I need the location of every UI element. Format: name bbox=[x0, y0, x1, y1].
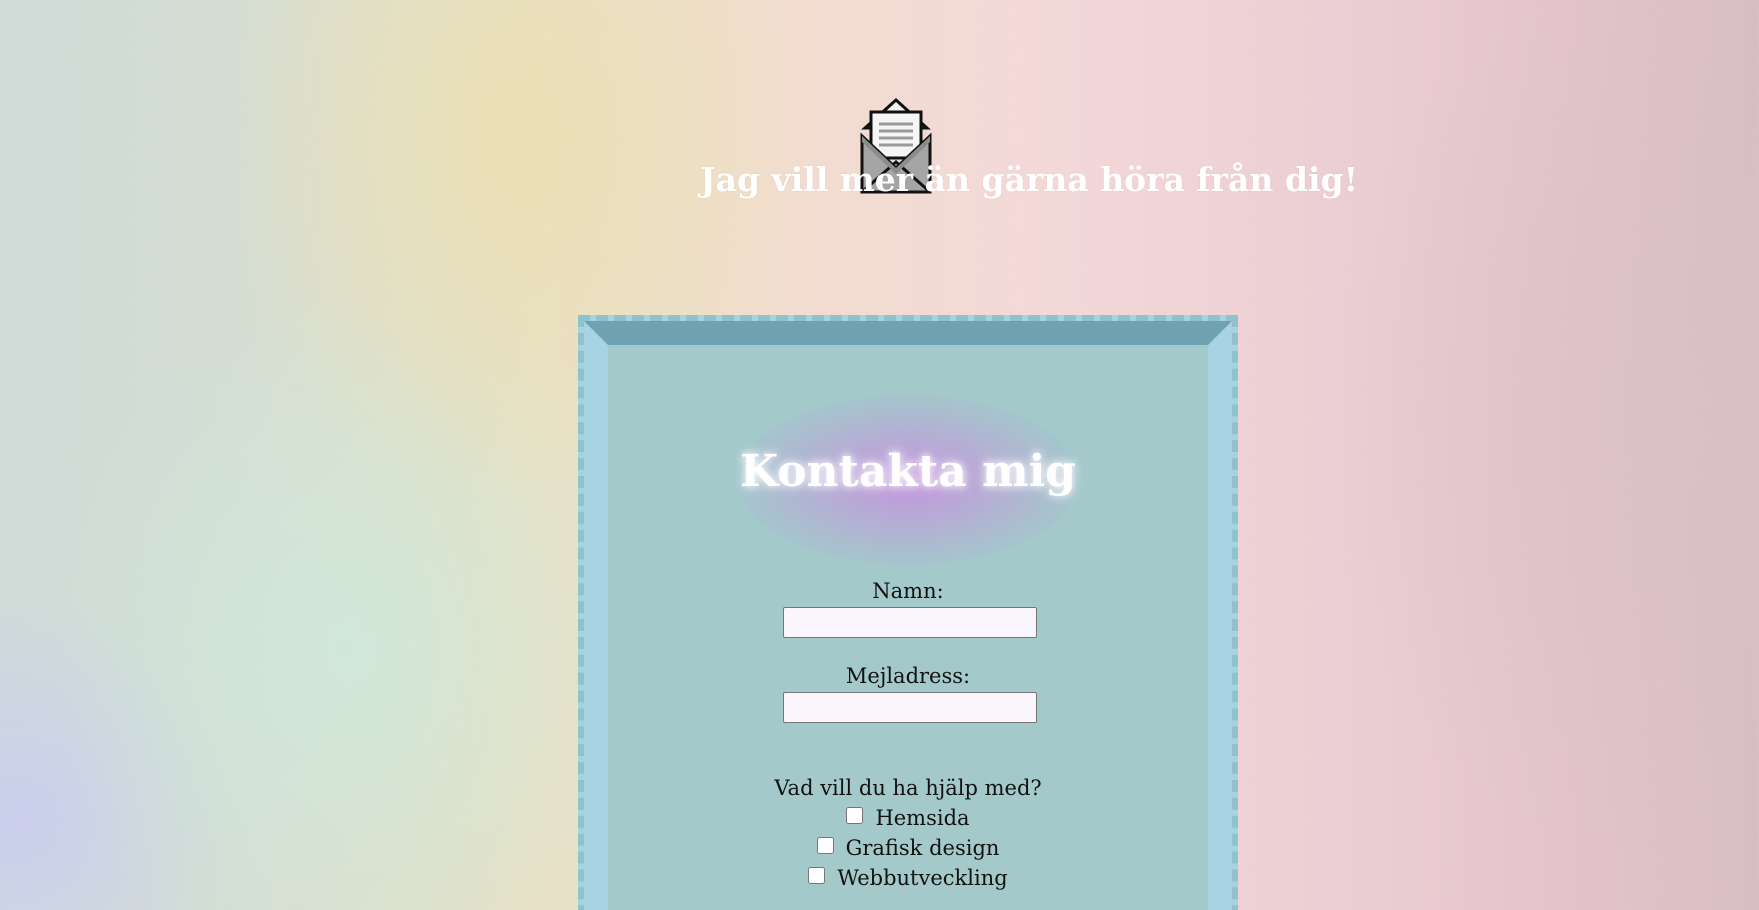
page-header: Jag vill mer än gärna höra från dig! bbox=[0, 0, 1759, 220]
grafisk-design-checkbox[interactable] bbox=[816, 836, 834, 854]
frame-bevel-right bbox=[1208, 321, 1232, 910]
option-hemsida-label: Hemsida bbox=[875, 806, 970, 830]
option-hemsida[interactable]: Hemsida bbox=[608, 804, 1208, 832]
hemsida-checkbox[interactable] bbox=[846, 806, 864, 824]
option-webbutveckling[interactable]: Webbutveckling bbox=[608, 864, 1208, 892]
form-title: Kontakta mig bbox=[739, 446, 1077, 497]
help-question: Vad vill du ha hjälp med? bbox=[774, 776, 1042, 800]
email-field[interactable] bbox=[783, 692, 1037, 723]
name-label: Namn: bbox=[872, 579, 944, 603]
contact-form-frame: Kontakta mig Namn: Mejladress: Vad vill … bbox=[584, 321, 1232, 910]
frame-bevel-top bbox=[584, 321, 1232, 345]
option-grafisk-design-label: Grafisk design bbox=[845, 836, 1000, 860]
webbutveckling-checkbox[interactable] bbox=[808, 866, 826, 884]
page-heading: Jag vill mer än gärna höra från dig! bbox=[700, 160, 1359, 199]
contact-form-panel: Kontakta mig Namn: Mejladress: Vad vill … bbox=[578, 315, 1238, 910]
contact-form: Kontakta mig Namn: Mejladress: Vad vill … bbox=[608, 345, 1208, 910]
name-field[interactable] bbox=[783, 607, 1037, 638]
email-label: Mejladress: bbox=[845, 664, 971, 688]
frame-bevel-left bbox=[584, 321, 608, 910]
option-grafisk-design[interactable]: Grafisk design bbox=[608, 834, 1208, 862]
option-webbutveckling-label: Webbutveckling bbox=[837, 866, 1008, 890]
